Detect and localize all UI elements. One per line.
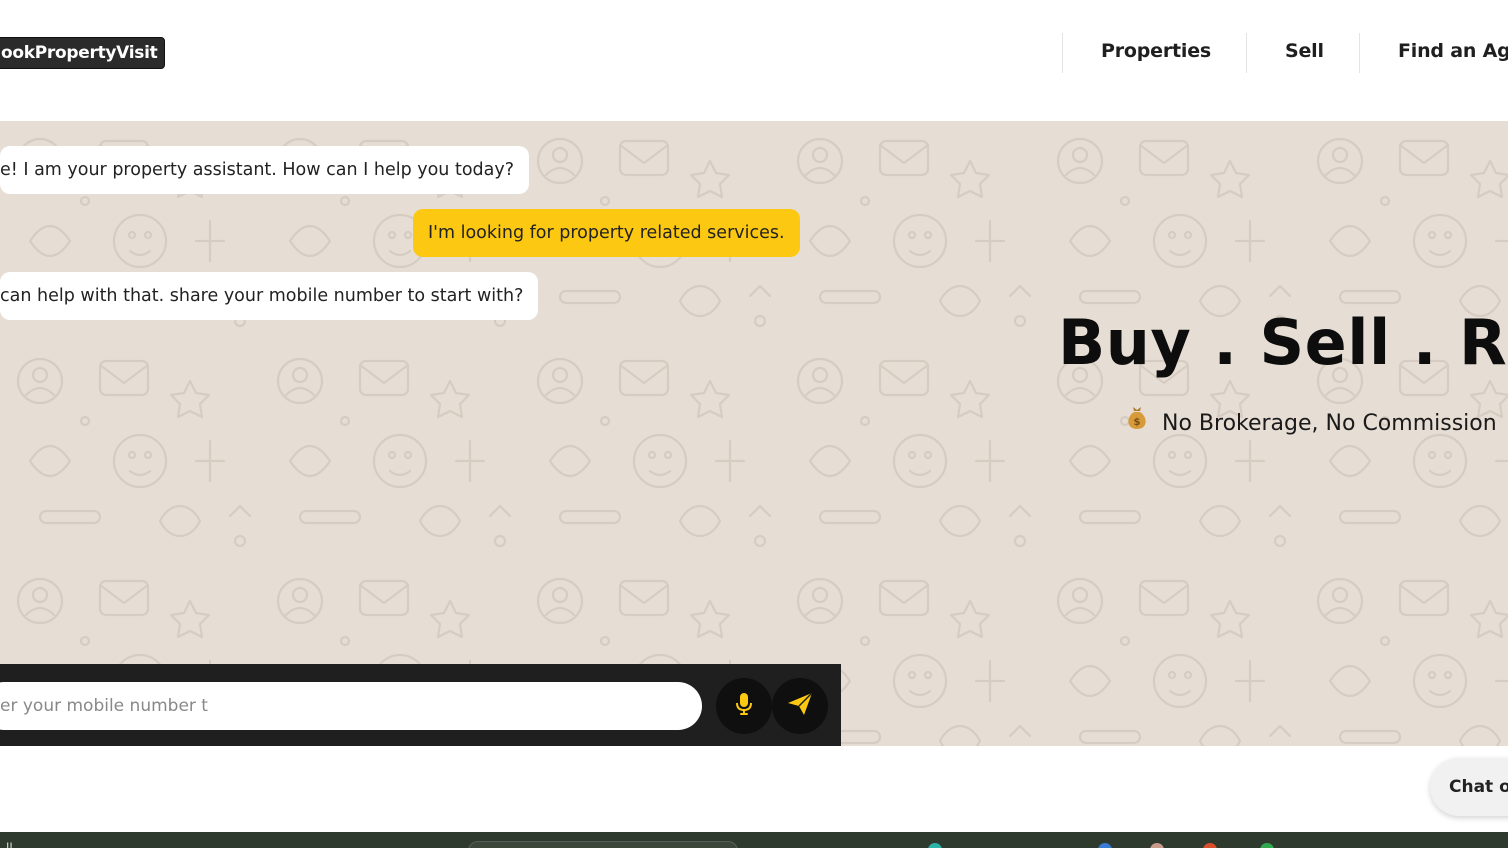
os-taskbar: ll xyxy=(0,832,1508,848)
taskbar-app-icon[interactable] xyxy=(928,843,942,848)
site-logo[interactable]: ookPropertyVisit xyxy=(0,37,166,69)
nav-sell[interactable]: Sell xyxy=(1285,40,1324,62)
microphone-icon xyxy=(734,692,754,720)
hero-subtitle-text: No Brokerage, No Commission xyxy=(1162,411,1497,436)
nav-divider xyxy=(1246,33,1247,73)
site-header: ookPropertyVisit Properties Sell Find an… xyxy=(0,0,1508,121)
hero-subtitle: $ No Brokerage, No Commission xyxy=(1126,404,1497,436)
chat-widget-button[interactable]: Chat o xyxy=(1430,758,1508,816)
money-bag-icon: $ xyxy=(1126,404,1152,436)
hero-section: e! I am your property assistant. How can… xyxy=(0,121,1508,746)
taskbar-text: ll xyxy=(6,841,13,848)
nav-divider xyxy=(1062,33,1063,73)
voice-input-button[interactable] xyxy=(716,678,772,734)
chat-message-bot: e! I am your property assistant. How can… xyxy=(0,146,530,194)
hero-title: Buy . Sell . Re xyxy=(1058,306,1508,379)
send-button[interactable] xyxy=(772,678,828,734)
paper-plane-icon xyxy=(787,692,813,720)
taskbar-search[interactable] xyxy=(468,841,738,848)
taskbar-avatar-icon[interactable] xyxy=(1150,843,1164,848)
chat-composer xyxy=(0,664,841,746)
svg-text:$: $ xyxy=(1134,417,1141,428)
taskbar-app-icon[interactable] xyxy=(1260,843,1274,848)
nav-find-agent[interactable]: Find an Ag xyxy=(1398,40,1508,62)
nav-properties[interactable]: Properties xyxy=(1101,40,1211,62)
chat-message-bot: can help with that. share your mobile nu… xyxy=(0,272,539,320)
mobile-number-input[interactable] xyxy=(0,682,702,730)
nav-divider xyxy=(1359,33,1360,73)
chat-message-user: I'm looking for property related service… xyxy=(413,209,800,257)
taskbar-app-icon[interactable] xyxy=(1098,843,1112,848)
taskbar-app-icon[interactable] xyxy=(1203,843,1217,848)
